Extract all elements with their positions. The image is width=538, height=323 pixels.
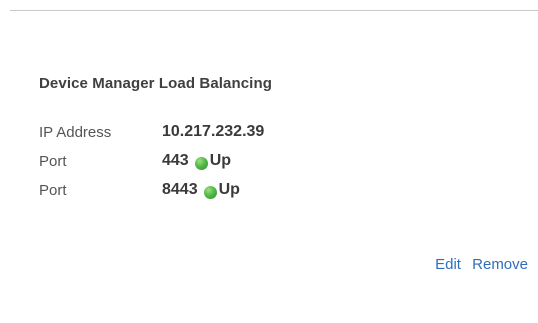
panel-top-divider (10, 10, 538, 11)
port-number: 443 (162, 152, 189, 169)
edit-link[interactable]: Edit (435, 256, 461, 273)
port-status-text: Up (218, 181, 240, 198)
port-value-group: 443 Up (162, 152, 231, 170)
remove-link[interactable]: Remove (472, 256, 528, 273)
port-label: Port (39, 153, 67, 170)
ip-address-label: IP Address (39, 124, 112, 141)
panel-title: Device Manager Load Balancing (39, 75, 272, 92)
port-status-text: Up (209, 152, 232, 169)
port-status: Up (203, 181, 240, 199)
port-number: 8443 (162, 181, 198, 198)
status-up-icon (203, 185, 217, 199)
port-status: Up (194, 152, 232, 170)
port-label: Port (39, 182, 67, 199)
port-value-group: 8443 Up (162, 181, 240, 199)
panel-actions: Edit Remove (435, 256, 528, 273)
status-up-icon (194, 156, 208, 170)
ip-address-value: 10.217.232.39 (162, 123, 265, 140)
